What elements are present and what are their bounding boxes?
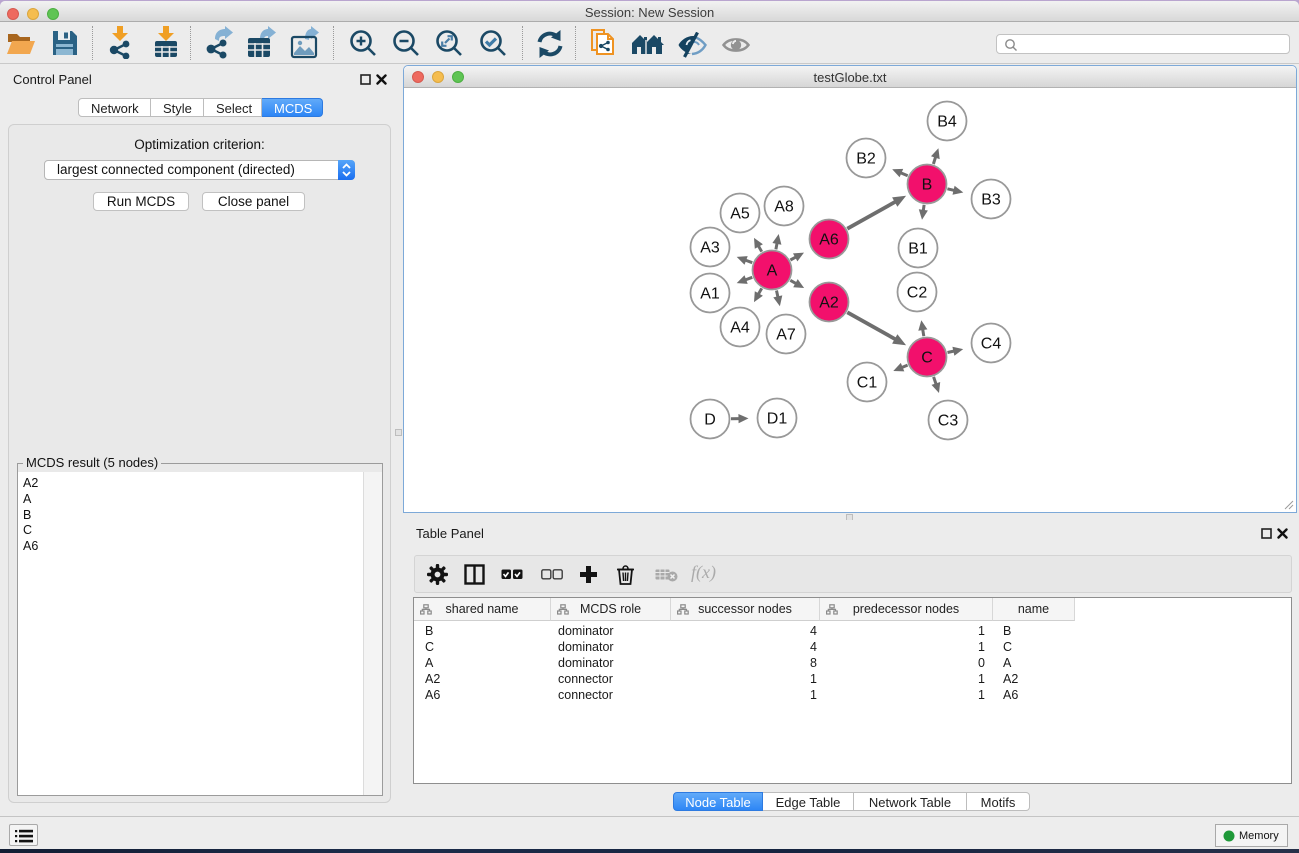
svg-text:A2: A2 (819, 295, 839, 312)
svg-text:C1: C1 (857, 375, 878, 392)
svg-text:A4: A4 (730, 320, 750, 337)
svg-text:B4: B4 (937, 114, 957, 131)
svg-text:A: A (767, 263, 778, 280)
svg-text:A8: A8 (774, 199, 794, 216)
svg-text:D: D (704, 412, 716, 429)
svg-text:D1: D1 (767, 411, 788, 428)
svg-text:C2: C2 (907, 285, 928, 302)
svg-text:A5: A5 (730, 206, 750, 223)
svg-text:A6: A6 (819, 232, 839, 249)
svg-text:C4: C4 (981, 336, 1002, 353)
svg-text:A1: A1 (700, 286, 720, 303)
svg-text:B3: B3 (981, 192, 1001, 209)
svg-text:B2: B2 (856, 151, 876, 168)
svg-text:C: C (921, 350, 933, 367)
svg-text:C3: C3 (938, 413, 959, 430)
svg-text:A7: A7 (776, 327, 796, 344)
svg-text:B: B (922, 177, 933, 194)
svg-text:B1: B1 (908, 241, 928, 258)
svg-text:A3: A3 (700, 240, 720, 257)
